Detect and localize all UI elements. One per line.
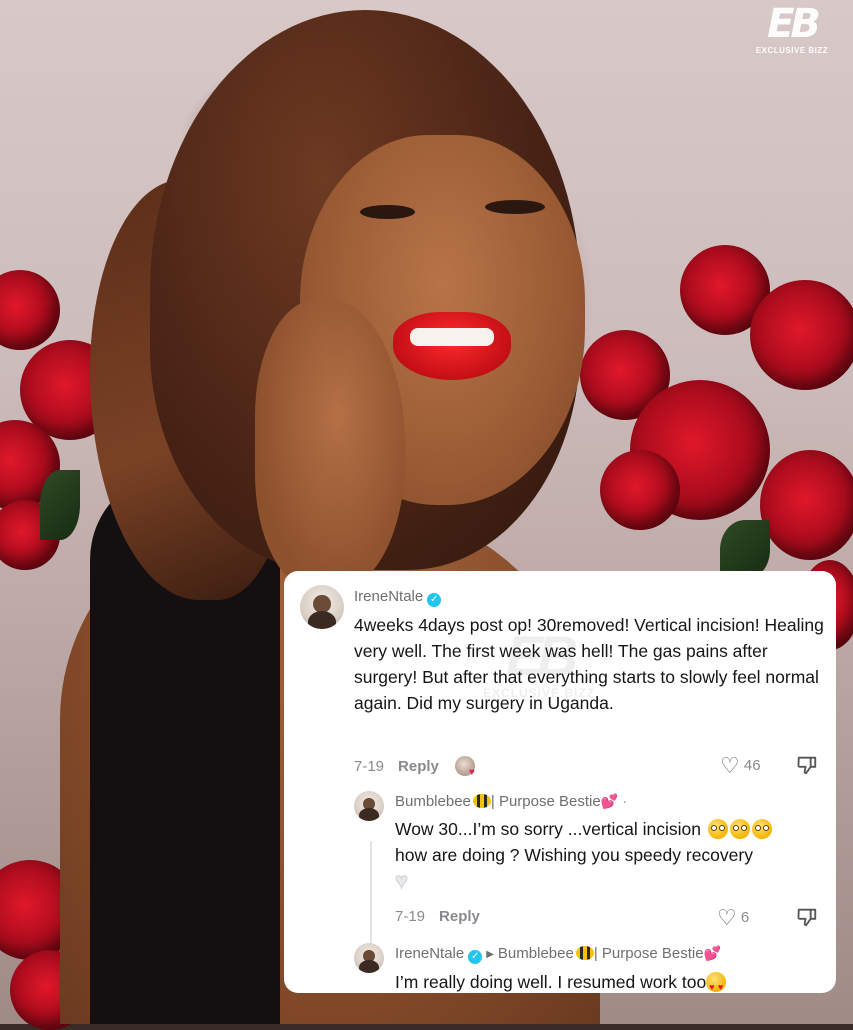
- username-text[interactable]: Bumblebee: [395, 793, 471, 810]
- rose-decoration: [760, 450, 853, 560]
- eye: [485, 200, 545, 214]
- avatar[interactable]: [354, 943, 384, 973]
- flushed-face-emoji: [729, 819, 750, 839]
- rose-decoration: [0, 270, 60, 350]
- logo-text: EXCLUSIVE BIZZ: [755, 46, 829, 55]
- avatar[interactable]: [354, 791, 384, 821]
- dislike-icon[interactable]: [796, 906, 818, 928]
- right-triangle-icon: ▶: [486, 949, 494, 960]
- reply-username[interactable]: Bumblebee | Purpose Bestie💕 ·: [395, 793, 627, 810]
- comment-date: 7-19: [354, 758, 385, 775]
- bee-emoji: [472, 794, 491, 808]
- reply-meta: 7-19 Reply: [395, 908, 480, 925]
- dislike-icon[interactable]: [796, 754, 818, 776]
- username-suffix[interactable]: | Purpose Bestie: [491, 793, 601, 810]
- verified-badge-icon: ✓: [468, 950, 483, 964]
- leaf-decoration: [40, 470, 80, 540]
- like-count: 6: [740, 909, 750, 926]
- username-text[interactable]: IreneNtale: [395, 945, 464, 962]
- heart-outline-icon[interactable]: ♡: [720, 753, 740, 778]
- reply-text-line1: Wow 30...I’m so sorry ...vertical incisi…: [395, 819, 702, 839]
- comment-meta: 7-19 Reply ♥: [354, 756, 475, 778]
- eye: [360, 205, 415, 219]
- like-button[interactable]: ♡ 46: [720, 753, 761, 779]
- white-heart-emoji: ♥: [394, 868, 409, 894]
- reply-date: 7-19: [395, 908, 426, 925]
- logo-mark: EB: [767, 1, 821, 47]
- username-text[interactable]: IreneNtale: [354, 588, 423, 605]
- reply-text-line2: how are doing ? Wishing you speedy recov…: [395, 845, 753, 865]
- reply-button[interactable]: Reply: [439, 908, 480, 925]
- reply-username[interactable]: IreneNtale ✓ ▶ Bumblebee | Purpose Bestie💕: [395, 945, 721, 964]
- reply-to-username[interactable]: Bumblebee: [498, 945, 574, 962]
- rose-decoration: [600, 450, 680, 530]
- reply-text: Wow 30...I’m so sorry ...vertical incisi…: [394, 816, 825, 895]
- pink-hearts-emoji: 💕: [600, 793, 619, 809]
- comment-text: 4weeks 4days post op! 30removed! Vertica…: [354, 615, 824, 713]
- reply-button[interactable]: Reply: [398, 758, 439, 775]
- comment-card: EB EXCLUSIVE BIZZ IreneNtale ✓ 4weeks 4da…: [284, 571, 836, 993]
- heart-eyes-emoji: [706, 972, 727, 993]
- pink-hearts-emoji: 💕: [703, 945, 722, 961]
- like-button[interactable]: ♡ 6: [717, 905, 749, 931]
- bee-emoji: [575, 946, 594, 960]
- heart-outline-icon[interactable]: ♡: [717, 905, 737, 930]
- hand: [255, 300, 405, 590]
- flushed-face-emoji: [707, 819, 728, 839]
- reply-text: I’m really doing well. I resumed work to…: [395, 969, 825, 993]
- like-count: 46: [743, 757, 761, 774]
- rose-decoration: [750, 280, 853, 390]
- lips: [393, 312, 511, 380]
- comment-username[interactable]: IreneNtale ✓: [354, 588, 442, 607]
- teeth: [410, 328, 494, 346]
- reply-to-suffix[interactable]: | Purpose Bestie: [594, 945, 704, 962]
- verified-badge-icon: ✓: [427, 593, 442, 607]
- creator-liked-icon: ♥: [454, 756, 475, 778]
- watermark-logo: EB EXCLUSIVE BIZZ: [752, 2, 832, 62]
- thread-line: [370, 841, 372, 949]
- avatar[interactable]: [300, 585, 344, 629]
- flushed-face-emoji: [751, 819, 772, 839]
- reply-text-content: I’m really doing well. I resumed work to…: [395, 972, 707, 992]
